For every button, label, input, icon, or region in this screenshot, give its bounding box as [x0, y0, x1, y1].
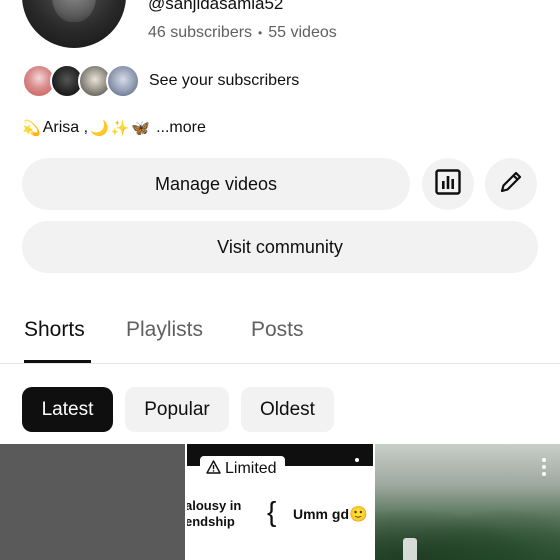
- stats-separator: •: [258, 26, 263, 40]
- caption-line-2: endship: [187, 514, 235, 529]
- caption-right-text: Umm gd: [293, 506, 349, 522]
- limited-badge: Limited: [200, 456, 285, 482]
- smile-emoji-icon: 🙂: [349, 506, 368, 523]
- brace-glyph: {: [267, 496, 277, 527]
- filter-popular-chip[interactable]: Popular: [125, 387, 229, 432]
- thumbnail-caption-right: Umm gd🙂: [293, 506, 368, 522]
- butterfly-icon: 🦋: [131, 119, 151, 137]
- channel-stats: 46 subscribers • 55 videos: [148, 24, 337, 42]
- manage-videos-button[interactable]: Manage videos: [22, 158, 410, 210]
- crescent-moon-icon: 🌙: [90, 119, 109, 137]
- limited-badge-label: Limited: [225, 460, 277, 477]
- subscriber-count: 46 subscribers: [148, 24, 253, 41]
- tab-playlists[interactable]: Playlists: [126, 318, 203, 342]
- edit-channel-button[interactable]: [485, 158, 537, 210]
- active-tab-indicator: [24, 360, 91, 363]
- avatar-face: [52, 0, 96, 22]
- filter-oldest-chip[interactable]: Oldest: [241, 387, 334, 432]
- sparkle-swirl-icon: 💫: [22, 119, 41, 137]
- visit-community-label: Visit community: [217, 236, 343, 257]
- channel-tabs: Shorts Playlists Posts: [0, 300, 560, 364]
- subscriber-avatar: [106, 64, 140, 98]
- warning-icon: [206, 459, 221, 479]
- bar-chart-icon: [434, 168, 462, 201]
- tab-shorts[interactable]: Shorts: [24, 318, 85, 342]
- tab-posts[interactable]: Posts: [251, 318, 304, 342]
- pencil-icon: [497, 168, 525, 201]
- analytics-button[interactable]: [422, 158, 474, 210]
- channel-description[interactable]: 💫 Arisa , 🌙 ✨ 🦋 ...more: [22, 119, 206, 137]
- bio-more-link[interactable]: ...more: [156, 119, 206, 137]
- subscriber-avatars: [22, 64, 140, 98]
- manage-videos-label: Manage videos: [154, 173, 278, 194]
- caption-line-1: alousy in: [187, 498, 242, 513]
- bio-text: Arisa ,: [42, 119, 89, 136]
- channel-handle: @sanjidasamia52: [148, 0, 284, 13]
- short-thumbnail[interactable]: [0, 444, 185, 560]
- more-options-icon[interactable]: [355, 458, 359, 462]
- see-subscribers-row[interactable]: See your subscribers: [22, 64, 299, 98]
- see-subscribers-link[interactable]: See your subscribers: [149, 72, 299, 90]
- thumbnail-caption-left: alousy in endship: [187, 498, 241, 530]
- video-count: 55 videos: [268, 24, 337, 41]
- visit-community-button[interactable]: Visit community: [22, 221, 538, 273]
- filter-latest-chip[interactable]: Latest: [22, 387, 113, 432]
- short-thumbnail[interactable]: [375, 444, 560, 560]
- sparkles-icon: ✨: [110, 119, 130, 137]
- channel-avatar[interactable]: [22, 0, 126, 48]
- short-thumbnail[interactable]: Limited alousy in endship { Umm gd🙂: [187, 444, 373, 560]
- waterfall: [403, 538, 417, 560]
- more-options-icon[interactable]: [542, 458, 546, 476]
